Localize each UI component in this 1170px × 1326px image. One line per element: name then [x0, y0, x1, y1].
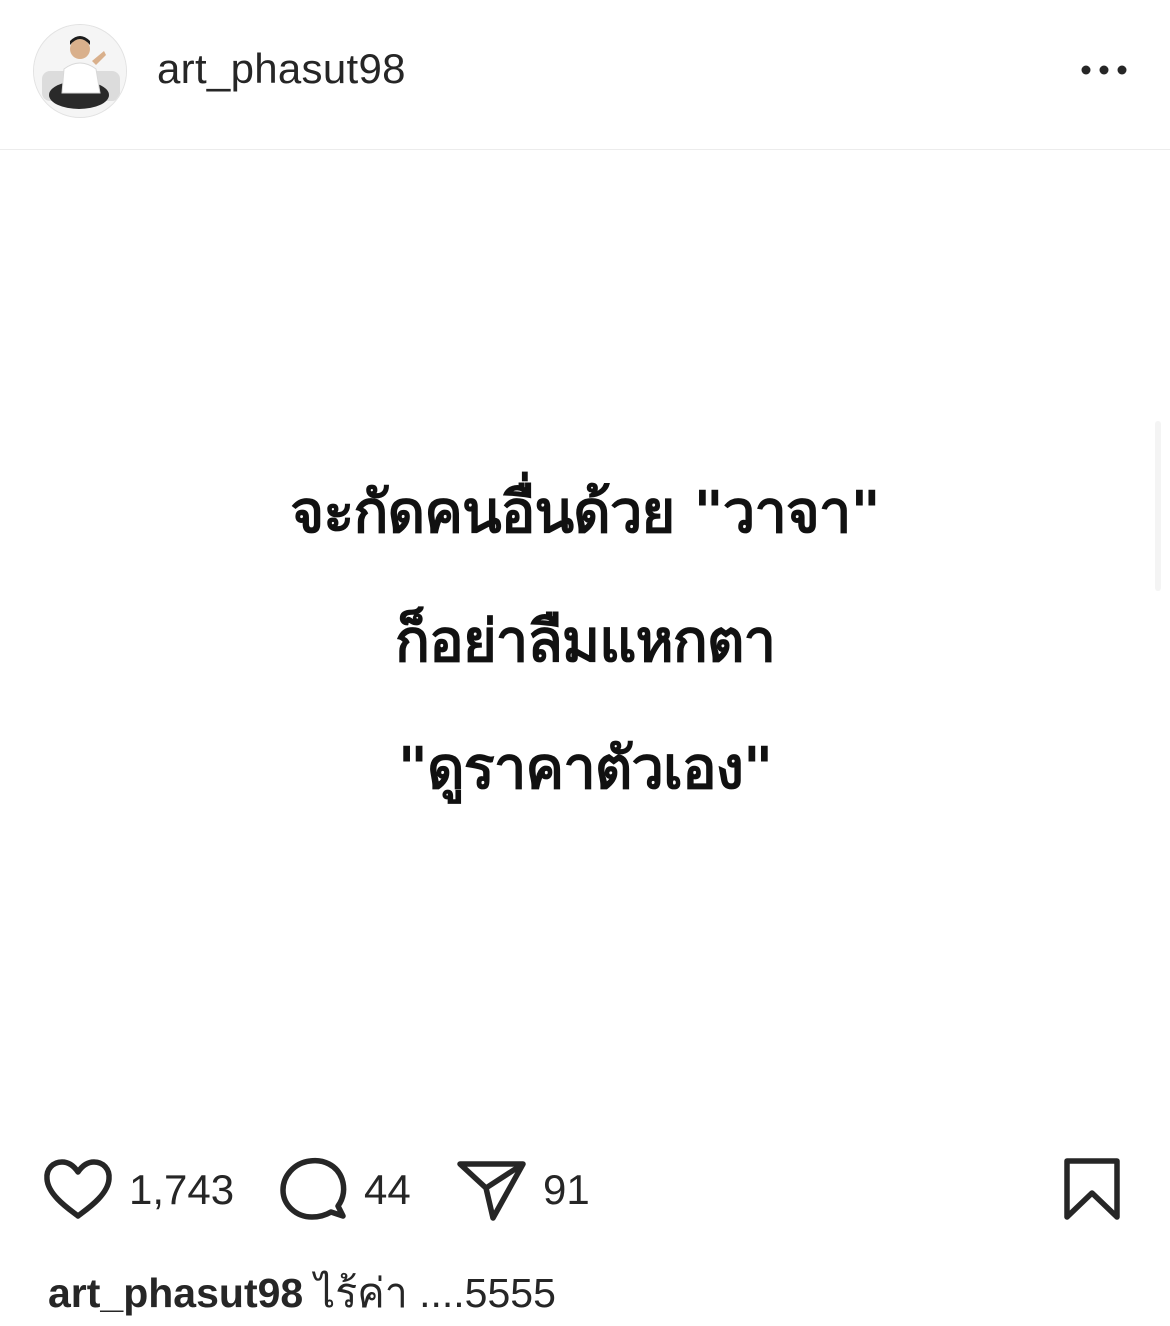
caption-username[interactable]: art_phasut98 — [48, 1270, 303, 1316]
post-image[interactable]: จะกัดคนอื่นด้วย "วาจา" ก็อย่าลืมแหกตา "ด… — [0, 151, 1170, 1131]
post-caption: art_phasut98 ไร้ค่า ....5555 — [48, 1268, 556, 1318]
post-username[interactable]: art_phasut98 — [157, 44, 406, 94]
post-actions-bar: 1,743 44 91 — [0, 1150, 1170, 1230]
bookmark-icon[interactable] — [1062, 1156, 1122, 1222]
likes-count[interactable]: 1,743 — [129, 1168, 234, 1212]
heart-icon[interactable] — [42, 1158, 114, 1222]
avatar[interactable] — [33, 24, 127, 118]
avatar-image — [34, 25, 126, 117]
comments-count[interactable]: 44 — [364, 1168, 411, 1212]
paper-plane-icon[interactable] — [456, 1156, 528, 1222]
comment-bubble-icon[interactable] — [278, 1156, 348, 1222]
post-header: art_phasut98 — [0, 0, 1170, 150]
post-text-line-2: ก็อย่าลืมแหกตา — [394, 607, 776, 675]
shares-count[interactable]: 91 — [543, 1168, 590, 1212]
caption-text: ไร้ค่า ....5555 — [314, 1270, 556, 1316]
post-text-line-3: "ดูราคาตัวเอง" — [397, 734, 773, 802]
post-text-line-1: จะกัดคนอื่นด้วย "วาจา" — [290, 478, 880, 546]
more-horizontal-icon[interactable] — [1078, 54, 1130, 86]
